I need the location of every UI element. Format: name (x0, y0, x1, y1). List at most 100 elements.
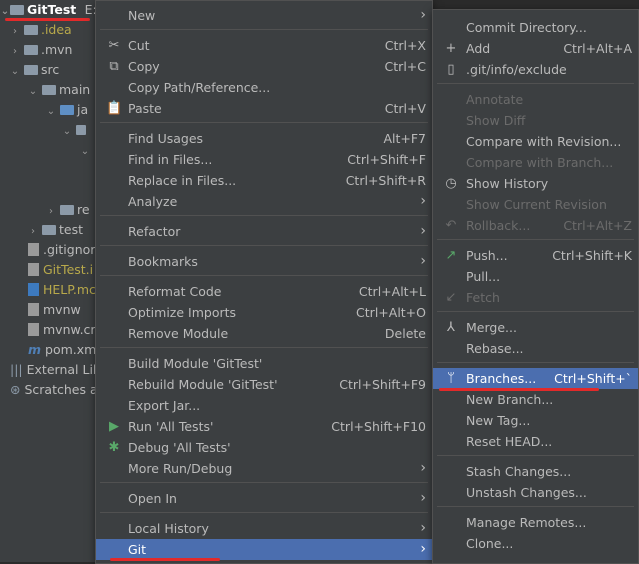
chevron-down-icon[interactable]: ⌄ (28, 82, 38, 102)
menu-item-cut[interactable]: ✂ Cut Ctrl+X (96, 35, 432, 56)
submenu-arrow-icon: › (420, 460, 426, 476)
folder-icon (41, 225, 56, 235)
menu-item-push[interactable]: ↗ Push... Ctrl+Shift+K (433, 245, 638, 266)
menu-item-refactor[interactable]: Refactor › (96, 221, 432, 242)
menu-item-branches[interactable]: ᛘ Branches... Ctrl+Shift+` (433, 368, 638, 389)
menu-item-analyze[interactable]: Analyze › (96, 191, 432, 212)
menu-item-more-run-debug[interactable]: More Run/Debug › (96, 458, 432, 479)
project-title: GitTest (27, 2, 77, 17)
menu-item-copy[interactable]: ⧉ Copy Ctrl+C (96, 56, 432, 77)
menu-item-new-branch[interactable]: New Branch... (433, 389, 638, 410)
chevron-right-icon[interactable]: › (46, 202, 56, 222)
menu-item-optimize-imports[interactable]: Optimize Imports Ctrl+Alt+O (96, 302, 432, 323)
chevron-right-icon[interactable]: › (10, 42, 20, 62)
menu-label: Compare with Branch... (466, 155, 614, 170)
menu-item-pull[interactable]: Pull... (433, 266, 638, 287)
menu-shortcut: Ctrl+Alt+L (358, 284, 426, 299)
chevron-down-icon[interactable]: ⌄ (46, 102, 56, 122)
paste-icon: 📋 (106, 101, 123, 116)
menu-item-new-tag[interactable]: New Tag... (433, 410, 638, 431)
menu-item-new[interactable]: New › (96, 5, 432, 26)
menu-item-unstash-changes[interactable]: Unstash Changes... (433, 482, 638, 503)
menu-item-run-tests[interactable]: ▶ Run 'All Tests' Ctrl+Shift+F10 (96, 416, 432, 437)
menu-item-export-jar[interactable]: Export Jar... (96, 395, 432, 416)
menu-item-stash-changes[interactable]: Stash Changes... (433, 461, 638, 482)
menu-label: Rollback... (466, 218, 531, 233)
menu-label: Show Diff (466, 113, 526, 128)
menu-item-local-history[interactable]: Local History › (96, 518, 432, 539)
tree-item-external-libraries[interactable]: ||| External Lib (10, 360, 100, 380)
menu-item-show-history[interactable]: ◷ Show History (433, 173, 638, 194)
menu-shortcut: Ctrl+Shift+F (347, 152, 426, 167)
menu-label: Find in Files... (128, 152, 213, 167)
menu-item-rebase[interactable]: Rebase... (433, 338, 638, 359)
tree-item-src[interactable]: ⌄ src (10, 60, 59, 80)
tree-item-scratches[interactable]: ⊛ Scratches a (10, 380, 98, 400)
chevron-right-icon[interactable]: › (28, 222, 38, 242)
tree-item-help-md[interactable]: HELP.mc (28, 280, 96, 300)
tree-item-gittest-iml[interactable]: GitTest.i (28, 260, 93, 280)
menu-item-bookmarks[interactable]: Bookmarks › (96, 251, 432, 272)
project-root-row[interactable]: ⌄ GitTest E:\ (0, 0, 100, 20)
menu-item-commit-directory[interactable]: Commit Directory... (433, 17, 638, 38)
menu-item-open-in[interactable]: Open In › (96, 488, 432, 509)
chevron-down-icon[interactable]: ⌄ (62, 122, 72, 142)
maven-icon: m (28, 342, 42, 357)
menu-shortcut: Ctrl+C (384, 59, 426, 74)
tree-item-package[interactable]: ⌄ (62, 120, 89, 140)
menu-item-reformat-code[interactable]: Reformat Code Ctrl+Alt+L (96, 281, 432, 302)
tree-item-mvnw-cmd[interactable]: mvnw.cr (28, 320, 96, 340)
project-tree: ⌄ GitTest E:\ › .idea › .mvn ⌄ src ⌄ main… (0, 0, 100, 562)
folder-icon (23, 45, 38, 55)
tree-item-mvn[interactable]: › .mvn (10, 40, 72, 60)
tree-item-java[interactable]: ⌄ ja (46, 100, 88, 120)
menu-label: Paste (128, 101, 162, 116)
menu-label: Merge... (466, 320, 517, 335)
submenu-arrow-icon: › (420, 253, 426, 269)
clock-icon: ◷ (445, 176, 457, 191)
tree-item-test[interactable]: › test (28, 220, 83, 240)
menu-item-reset-head[interactable]: Reset HEAD... (433, 431, 638, 452)
tree-item-mvnw[interactable]: mvnw (28, 300, 81, 320)
tree-item-pom[interactable]: m pom.xm (28, 340, 96, 360)
menu-item-paste[interactable]: 📋 Paste Ctrl+V (96, 98, 432, 119)
menu-item-clone[interactable]: Clone... (433, 533, 638, 554)
chevron-right-icon[interactable]: › (10, 22, 20, 42)
menu-item-compare-revision[interactable]: Compare with Revision... (433, 131, 638, 152)
menu-item-find-usages[interactable]: Find Usages Alt+F7 (96, 128, 432, 149)
chevron-down-icon[interactable]: ⌄ (10, 62, 20, 82)
menu-item-build-module[interactable]: Build Module 'GitTest' (96, 353, 432, 374)
file-icon (28, 323, 39, 336)
copy-icon: ⧉ (109, 59, 119, 74)
menu-item-find-in-files[interactable]: Find in Files... Ctrl+Shift+F (96, 149, 432, 170)
menu-item-compare-branch: Compare with Branch... (433, 152, 638, 173)
menu-item-add[interactable]: + Add Ctrl+Alt+A (433, 38, 638, 59)
tree-item-gitignore[interactable]: .gitignor (28, 240, 95, 260)
menu-item-copy-path[interactable]: Copy Path/Reference... (96, 77, 432, 98)
tree-item-resources[interactable]: › re (46, 200, 90, 220)
menu-separator (437, 506, 634, 507)
tree-item-label: mvnw.cr (43, 322, 96, 337)
menu-item-rebuild-module[interactable]: Rebuild Module 'GitTest' Ctrl+Shift+F9 (96, 374, 432, 395)
tree-item-idea[interactable]: › .idea (10, 20, 72, 40)
menu-label: Build Module 'GitTest' (128, 356, 263, 371)
menu-label: Pull... (466, 269, 501, 284)
chevron-down-icon[interactable]: ⌄ (80, 142, 90, 162)
menu-item-merge[interactable]: ⅄ Merge... (433, 317, 638, 338)
menu-item-debug-tests[interactable]: ✱ Debug 'All Tests' (96, 437, 432, 458)
submenu-arrow-icon: › (420, 490, 426, 506)
menu-separator (437, 83, 634, 84)
menu-separator (100, 215, 428, 216)
menu-label: Cut (128, 38, 150, 53)
menu-item-remove-module[interactable]: Remove Module Delete (96, 323, 432, 344)
menu-shortcut: Ctrl+Alt+O (356, 305, 426, 320)
menu-item-manage-remotes[interactable]: Manage Remotes... (433, 512, 638, 533)
menu-shortcut: Delete (384, 326, 426, 341)
menu-item-git[interactable]: Git › (96, 539, 432, 560)
file-icon (28, 303, 39, 316)
menu-item-git-exclude[interactable]: ▯ .git/info/exclude (433, 59, 638, 80)
menu-shortcut: Ctrl+Shift+R (345, 173, 426, 188)
tree-item-expanded[interactable]: ⌄ (80, 140, 90, 160)
tree-item-main[interactable]: ⌄ main (28, 80, 90, 100)
menu-item-replace-in-files[interactable]: Replace in Files... Ctrl+Shift+R (96, 170, 432, 191)
